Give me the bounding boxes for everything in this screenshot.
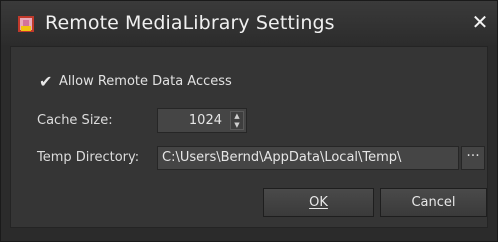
temp-directory-label: Temp Directory:: [37, 150, 140, 165]
temp-directory-value: C:\Users\Bernd\AppData\Local\Temp\: [162, 150, 402, 165]
settings-dialog: Remote MediaLibrary Settings ✕ ✔ Allow R…: [0, 0, 498, 242]
spin-down-icon[interactable]: ▼: [231, 121, 243, 129]
cancel-label: Cancel: [411, 195, 456, 210]
title-bar[interactable]: Remote MediaLibrary Settings ✕: [1, 1, 497, 45]
spin-up-icon[interactable]: ▲: [231, 112, 243, 120]
temp-directory-field[interactable]: C:\Users\Bernd\AppData\Local\Temp\: [157, 146, 459, 170]
window-title: Remote MediaLibrary Settings: [45, 12, 335, 34]
browse-icon[interactable]: ···: [461, 146, 485, 170]
cache-size-spinbox[interactable]: 1024 ▲ ▼: [157, 108, 247, 133]
cache-size-label: Cache Size:: [37, 113, 113, 128]
close-icon[interactable]: ✕: [469, 11, 491, 33]
allow-remote-label: Allow Remote Data Access: [59, 74, 232, 89]
cache-size-value: 1024: [188, 113, 222, 128]
ok-label: OK: [309, 195, 328, 210]
app-icon: [18, 16, 34, 32]
spin-buttons: ▲ ▼: [230, 111, 244, 130]
cancel-button[interactable]: Cancel: [380, 188, 487, 217]
ok-button[interactable]: OK: [263, 188, 374, 217]
checkmark-icon: ✔: [39, 72, 53, 91]
